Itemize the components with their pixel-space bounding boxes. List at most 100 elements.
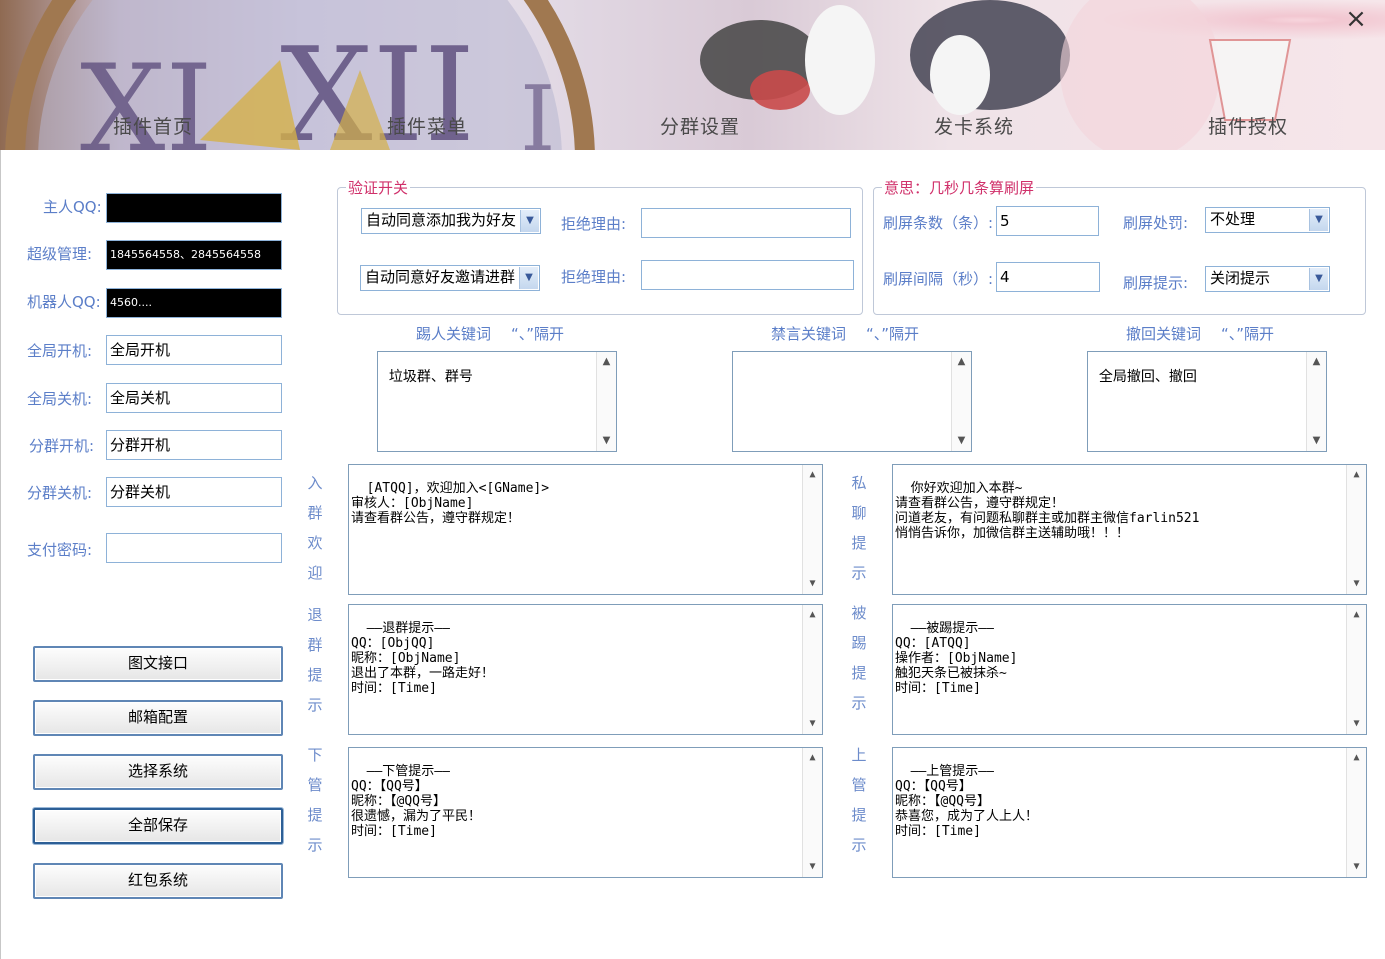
scroll-up-icon[interactable]: ▲ [803,749,822,767]
scroll-down-icon[interactable]: ▼ [1347,715,1366,733]
scroll-down-icon[interactable]: ▼ [803,858,822,876]
super-admin-label: 超级管理: [27,245,93,263]
scroll-up-icon[interactable]: ▲ [952,353,971,371]
tab-authorization[interactable]: 插件授权 [1208,112,1288,139]
scroll-down-icon[interactable]: ▼ [1307,432,1326,450]
verify-group: 验证开关 [337,177,863,315]
group-off-field[interactable]: 分群关机 [106,477,282,507]
leave-tip-textarea[interactable]: ——退群提示—— QQ：[ObjQQ] 昵称：[ObjName] 退出了本群，一… [348,604,823,735]
group-on-field[interactable]: 分群开机 [106,430,282,460]
flood-interval-input[interactable]: 4 [996,262,1100,292]
group-invite-value: 自动同意好友邀请进群 [365,268,516,286]
mute-keyword-textarea[interactable]: ▲ ▼ [732,351,972,452]
kick-keyword-textarea[interactable]: 垃圾群、群号 ▲ ▼ [377,351,617,452]
save-all-button[interactable]: 全部保存 [33,808,283,844]
mute-keyword-sep: “、”隔开 [866,325,920,343]
header-banner: XI XII I 插件首页 插件菜单 分群设置 发卡系统 插件授权 × [0,0,1385,150]
flood-punish-select[interactable]: 不处理 ▼ [1205,207,1330,233]
flood-count-label: 刷屏条数（条）: [883,214,994,232]
private-tip-label: 私聊提示 [851,474,867,582]
global-off-field[interactable]: 全局关机 [106,383,282,413]
demote-tip-text: ——下管提示—— QQ：【QQ号】 昵称：【@QQ号】 很遗憾，漏为了平民！ 时… [351,764,482,839]
flood-group: 意思：几秒几条算刷屏 [873,177,1366,315]
close-icon[interactable]: × [1343,6,1369,32]
red-packet-button[interactable]: 红包系统 [33,863,283,899]
chevron-down-icon[interactable]: ▼ [1309,209,1328,231]
scroll-up-icon[interactable]: ▲ [1307,353,1326,371]
join-welcome-textarea[interactable]: [ATQQ]，欢迎加入<[GName]> 审核人：[ObjName] 请查看群公… [348,464,823,595]
reject-reason-label-2: 拒绝理由: [561,268,627,286]
private-tip-textarea[interactable]: 你好欢迎加入本群~ 请查看群公告，遵守群规定！ 问道老友，有问题私聊群主或加群主… [892,464,1367,595]
tab-plugin-menu[interactable]: 插件菜单 [387,112,467,139]
kicked-tip-textarea[interactable]: ——被踢提示—— QQ：[ATQQ] 操作者：[ObjName] 触犯天条已被抹… [892,604,1367,735]
kicked-tip-label: 被踢提示 [851,604,867,712]
flood-tip-select[interactable]: 关闭提示 ▼ [1205,266,1330,292]
scroll-up-icon[interactable]: ▲ [1347,749,1366,767]
scroll-up-icon[interactable]: ▲ [803,606,822,624]
join-welcome-text: [ATQQ]，欢迎加入<[GName]> 审核人：[ObjName] 请查看群公… [351,481,550,526]
scroll-up-icon[interactable]: ▲ [597,353,616,371]
leave-tip-text: ——退群提示—— QQ：[ObjQQ] 昵称：[ObjName] 退出了本群，一… [351,621,495,696]
scroll-down-icon[interactable]: ▼ [952,432,971,450]
scrollbar[interactable]: ▲ ▼ [1346,748,1366,877]
email-config-button[interactable]: 邮箱配置 [33,700,283,736]
robot-qq-field[interactable]: 4560.... [106,288,282,318]
tab-group-settings[interactable]: 分群设置 [660,112,740,139]
scroll-down-icon[interactable]: ▼ [803,575,822,593]
chevron-down-icon[interactable]: ▼ [520,210,539,232]
frame-border-left [0,150,1,959]
owner-qq-label: 主人QQ: [43,198,102,216]
recall-keyword-title: 撤回关键词 [1126,325,1202,343]
image-text-api-button[interactable]: 图文接口 [33,646,283,682]
owner-qq-field[interactable] [106,193,282,223]
friend-verify-select[interactable]: 自动同意添加我为好友 ▼ [361,208,541,234]
promote-tip-textarea[interactable]: ——上管提示—— QQ：【QQ号】 昵称：【@QQ号】 恭喜您，成为了人上人！ … [892,747,1367,878]
kicked-tip-text: ——被踢提示—— QQ：[ATQQ] 操作者：[ObjName] 触犯天条已被抹… [895,621,1018,696]
global-off-label: 全局关机: [27,390,93,408]
reject-reason-input-1[interactable] [641,208,851,238]
mute-keyword-title: 禁言关键词 [771,325,847,343]
select-system-button[interactable]: 选择系统 [33,754,283,790]
scroll-down-icon[interactable]: ▼ [597,432,616,450]
tab-card-system[interactable]: 发卡系统 [934,112,1014,139]
svg-text:I: I [520,67,556,150]
flood-tip-label: 刷屏提示: [1123,274,1189,292]
scrollbar[interactable]: ▲ ▼ [1346,465,1366,594]
global-on-field[interactable]: 全局开机 [106,335,282,365]
pay-password-label: 支付密码: [27,541,93,559]
flood-count-input[interactable]: 5 [996,206,1099,236]
demote-tip-textarea[interactable]: ——下管提示—— QQ：【QQ号】 昵称：【@QQ号】 很遗憾，漏为了平民！ 时… [348,747,823,878]
pay-password-field[interactable] [106,533,282,563]
flood-legend: 意思：几秒几条算刷屏 [884,179,1035,197]
chevron-down-icon[interactable]: ▼ [1309,268,1328,290]
chevron-down-icon[interactable]: ▼ [519,267,538,289]
super-admin-field[interactable]: 1845564558、2845564558 [106,240,282,270]
scroll-down-icon[interactable]: ▼ [803,715,822,733]
kick-keyword-title: 踢人关键词 [416,325,492,343]
scroll-up-icon[interactable]: ▲ [1347,466,1366,484]
kick-keyword-text: 垃圾群、群号 [388,369,473,385]
group-invite-select[interactable]: 自动同意好友邀请进群 ▼ [360,265,540,291]
tab-home[interactable]: 插件首页 [113,112,193,139]
scrollbar[interactable]: ▲ ▼ [1306,352,1326,451]
scrollbar[interactable]: ▲ ▼ [802,748,822,877]
flood-punish-label: 刷屏处罚: [1123,214,1189,232]
flood-tip-value: 关闭提示 [1210,269,1271,287]
recall-keyword-textarea[interactable]: 全局撤回、撤回 ▲ ▼ [1087,351,1327,452]
scrollbar[interactable]: ▲ ▼ [802,465,822,594]
scroll-up-icon[interactable]: ▲ [803,466,822,484]
verify-legend: 验证开关 [348,179,409,197]
reject-reason-label-1: 拒绝理由: [561,215,627,233]
scrollbar[interactable]: ▲ ▼ [802,605,822,734]
scrollbar[interactable]: ▲ ▼ [596,352,616,451]
leave-tip-label: 退群提示 [307,606,323,714]
scroll-up-icon[interactable]: ▲ [1347,606,1366,624]
scroll-down-icon[interactable]: ▼ [1347,858,1366,876]
reject-reason-input-2[interactable] [641,260,854,290]
group-on-label: 分群开机: [29,437,95,455]
join-welcome-label: 入群欢迎 [307,474,323,582]
recall-keyword-text: 全局撤回、撤回 [1098,369,1197,385]
scrollbar[interactable]: ▲ ▼ [951,352,971,451]
scroll-down-icon[interactable]: ▼ [1347,575,1366,593]
scrollbar[interactable]: ▲ ▼ [1346,605,1366,734]
